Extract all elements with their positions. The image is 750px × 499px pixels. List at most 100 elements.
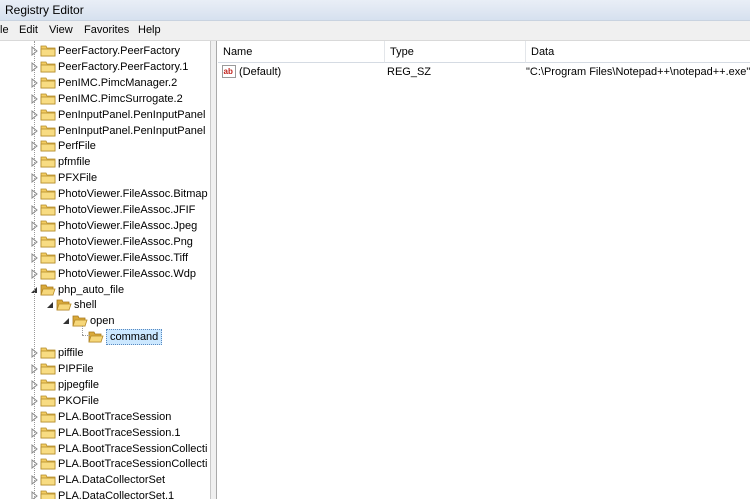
tree-item-label: PLA.BootTraceSession [58, 410, 172, 423]
tree-item-label: PKOFile [58, 394, 99, 407]
open-folder-icon [56, 299, 72, 311]
title-bar: Registry Editor [0, 0, 750, 21]
tree-item[interactable]: PerfFile [0, 138, 210, 154]
menu-favorites[interactable]: Favorites [84, 24, 129, 36]
tree-item-label: open [90, 315, 115, 328]
tree-item[interactable]: open [0, 313, 210, 329]
tree-item[interactable]: PhotoViewer.FileAssoc.Jpeg [0, 218, 210, 234]
tree-item[interactable]: piffile [0, 345, 210, 361]
registry-values-list[interactable]: Name Type Data ab (Default) REG_SZ "C:\P… [218, 41, 750, 499]
tree-item-label: PFXFile [58, 172, 98, 185]
tree-item-label: PhotoViewer.FileAssoc.Png [58, 235, 193, 248]
folder-icon [40, 236, 56, 248]
tree-item-label: command [106, 329, 163, 346]
column-header-name-label: Name [223, 46, 253, 58]
tree-item-label: PerfFile [58, 140, 96, 153]
tree-item-label: php_auto_file [58, 283, 125, 296]
tree-item-label: pfmfile [58, 156, 91, 169]
folder-icon [40, 395, 56, 407]
tree-item[interactable]: PLA.DataCollectorSet.1 [0, 488, 210, 499]
tree-item[interactable]: PFXFile [0, 170, 210, 186]
tree-item[interactable]: PKOFile [0, 393, 210, 409]
tree-item-label: PLA.BootTraceSession.1 [58, 426, 181, 439]
tree-item[interactable]: PhotoViewer.FileAssoc.JFIF [0, 202, 210, 218]
tree-item[interactable]: PLA.BootTraceSessionCollecti [0, 441, 210, 457]
tree-item-label: piffile [58, 347, 84, 360]
folder-icon [40, 156, 56, 168]
folder-icon [40, 379, 56, 391]
folder-icon [40, 204, 56, 216]
folder-icon [40, 109, 56, 120]
menu-file[interactable]: le [0, 24, 9, 36]
tree-item[interactable]: PenInputPanel.PenInputPanel [0, 123, 210, 139]
svg-text:ab: ab [224, 67, 233, 76]
tree-item-label: PLA.BootTraceSessionCollecti [58, 458, 208, 471]
tree-item[interactable]: pfmfile [0, 154, 210, 170]
folder-icon [40, 268, 56, 279]
folder-icon [40, 125, 56, 136]
tree-item-label: PLA.DataCollectorSet [58, 474, 165, 487]
value-name: (Default) [239, 66, 282, 78]
folder-icon [40, 93, 56, 105]
column-header-type-label: Type [390, 46, 414, 58]
string-value-icon: ab [222, 65, 236, 78]
tree-item[interactable]: PLA.BootTraceSessionCollecti [0, 456, 210, 472]
folder-icon [40, 363, 56, 375]
tree-item-label: shell [74, 299, 97, 312]
folder-icon [40, 474, 56, 486]
tree-item[interactable]: PhotoViewer.FileAssoc.Png [0, 234, 210, 250]
tree-item-label: PhotoViewer.FileAssoc.JFIF [58, 204, 196, 216]
value-type: REG_SZ [387, 66, 432, 78]
tree-item[interactable]: PhotoViewer.FileAssoc.Bitmap [0, 186, 210, 202]
tree-item[interactable]: PLA.BootTraceSession.1 [0, 425, 210, 441]
tree-guide-line [82, 335, 90, 336]
menu-view[interactable]: View [49, 24, 73, 36]
tree-item[interactable]: PenIMC.PimcManager.2 [0, 75, 210, 91]
tree-item[interactable]: shell [0, 297, 210, 313]
tree-item-label: PenInputPanel.PenInputPanel [58, 108, 206, 121]
tree-item[interactable]: php_auto_file [0, 282, 210, 298]
tree-item[interactable]: PLA.DataCollectorSet [0, 472, 210, 488]
folder-icon [40, 140, 56, 152]
tree-item[interactable]: PenInputPanel.PenInputPanel [0, 107, 210, 123]
folder-icon [40, 172, 56, 184]
tree-item-label: PenInputPanel.PenInputPanel [58, 124, 206, 137]
expanded-arrow-icon[interactable] [46, 300, 55, 310]
tree-item-label: PIPFile [58, 363, 94, 375]
folder-icon [40, 427, 56, 438]
tree-item[interactable]: PIPFile [0, 361, 210, 377]
tree-item[interactable]: PeerFactory.PeerFactory [0, 43, 210, 59]
tree-item-label: PhotoViewer.FileAssoc.Bitmap [58, 188, 208, 201]
column-header-data[interactable]: Data [526, 41, 750, 63]
pane-splitter[interactable] [211, 41, 217, 499]
tree-item[interactable]: pjpegfile [0, 377, 210, 393]
tree-item[interactable]: PhotoViewer.FileAssoc.Wdp [0, 266, 210, 282]
expanded-arrow-icon[interactable] [62, 316, 71, 326]
folder-icon [40, 77, 56, 89]
folder-icon [40, 458, 56, 470]
tree-item[interactable]: PeerFactory.PeerFactory.1 [0, 59, 210, 75]
tree-item-label: PLA.BootTraceSessionCollecti [58, 442, 208, 455]
registry-key-tree[interactable]: PeerFactory.PeerFactory PeerFactory.PeerF… [0, 41, 211, 499]
tree-item-label: PeerFactory.PeerFactory [58, 45, 181, 57]
folder-icon [40, 188, 56, 200]
tree-item[interactable]: PenIMC.PimcSurrogate.2 [0, 91, 210, 107]
folder-icon [40, 252, 56, 264]
open-folder-icon [72, 315, 88, 327]
column-header-name[interactable]: Name [218, 41, 385, 63]
tree-item-label: PenIMC.PimcSurrogate.2 [58, 92, 183, 105]
tree-item-label: PhotoViewer.FileAssoc.Tiff [58, 251, 189, 264]
tree-item[interactable]: command [0, 329, 210, 346]
folder-icon [40, 490, 56, 499]
open-folder-icon [40, 284, 56, 295]
folder-icon [40, 443, 56, 454]
menu-help[interactable]: Help [138, 24, 161, 36]
tree-item-label: PhotoViewer.FileAssoc.Wdp [58, 267, 196, 280]
tree-item[interactable]: PhotoViewer.FileAssoc.Tiff [0, 250, 210, 266]
folder-icon [40, 411, 56, 423]
menu-edit[interactable]: Edit [19, 24, 38, 36]
tree-guide-line [82, 326, 83, 335]
tree-item-label: PLA.DataCollectorSet.1 [58, 490, 175, 499]
tree-item[interactable]: PLA.BootTraceSession [0, 409, 210, 425]
column-header-type[interactable]: Type [385, 41, 526, 63]
